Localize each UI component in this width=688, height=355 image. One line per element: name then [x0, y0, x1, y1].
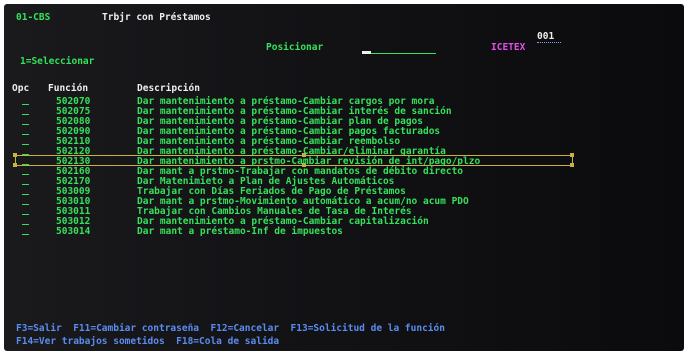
column-header-function: Función: [48, 83, 89, 94]
option-input[interactable]: [22, 224, 29, 225]
option-input[interactable]: [22, 164, 29, 165]
function-keys-line-1[interactable]: F3=Salir F11=Cambiar contraseña F12=Canc…: [16, 324, 445, 334]
function-keys-line-2[interactable]: F14=Ver trabajos sometidos F18=Cola de s…: [16, 337, 279, 347]
option-input[interactable]: [22, 174, 29, 175]
terminal-screen: 01-CBS Trbjr con Préstamos Posicionar IC…: [4, 4, 684, 351]
options-hint: 1=Seleccionar: [20, 56, 95, 67]
function-list: 502070 Dar mantenimiento a préstamo-Camb…: [4, 97, 684, 237]
option-input[interactable]: [22, 214, 29, 215]
option-input[interactable]: [22, 114, 29, 115]
position-label: Posicionar: [266, 42, 324, 53]
cursor: [362, 51, 371, 54]
selection-handle[interactable]: [13, 153, 17, 157]
option-input[interactable]: [22, 134, 29, 135]
option-input[interactable]: [22, 124, 29, 125]
option-input[interactable]: [22, 234, 29, 235]
page-number-underline: [537, 42, 561, 43]
option-input[interactable]: [22, 204, 29, 205]
position-input[interactable]: [362, 53, 436, 54]
function-code: 503014: [56, 226, 91, 237]
screen-title: Trbjr con Préstamos: [102, 12, 211, 23]
column-header-opc: Opc: [12, 83, 30, 94]
option-input[interactable]: [22, 104, 29, 105]
column-header-description: Descripción: [137, 83, 200, 94]
list-item[interactable]: 503014 Dar mant a préstamo-Inf de impues…: [4, 227, 684, 237]
option-input[interactable]: [22, 144, 29, 145]
page-number: 001: [537, 31, 555, 42]
company-code: ICETEX: [491, 42, 526, 53]
system-code: 01-CBS: [16, 12, 51, 23]
option-input[interactable]: [22, 184, 29, 185]
list-item[interactable]: 503012 Dar mantenimiento a préstamo-Camb…: [4, 217, 684, 227]
function-description: Dar mant a préstamo-Inf de impuestos: [137, 226, 343, 237]
option-input[interactable]: [22, 194, 29, 195]
selection-handle[interactable]: [570, 153, 574, 157]
